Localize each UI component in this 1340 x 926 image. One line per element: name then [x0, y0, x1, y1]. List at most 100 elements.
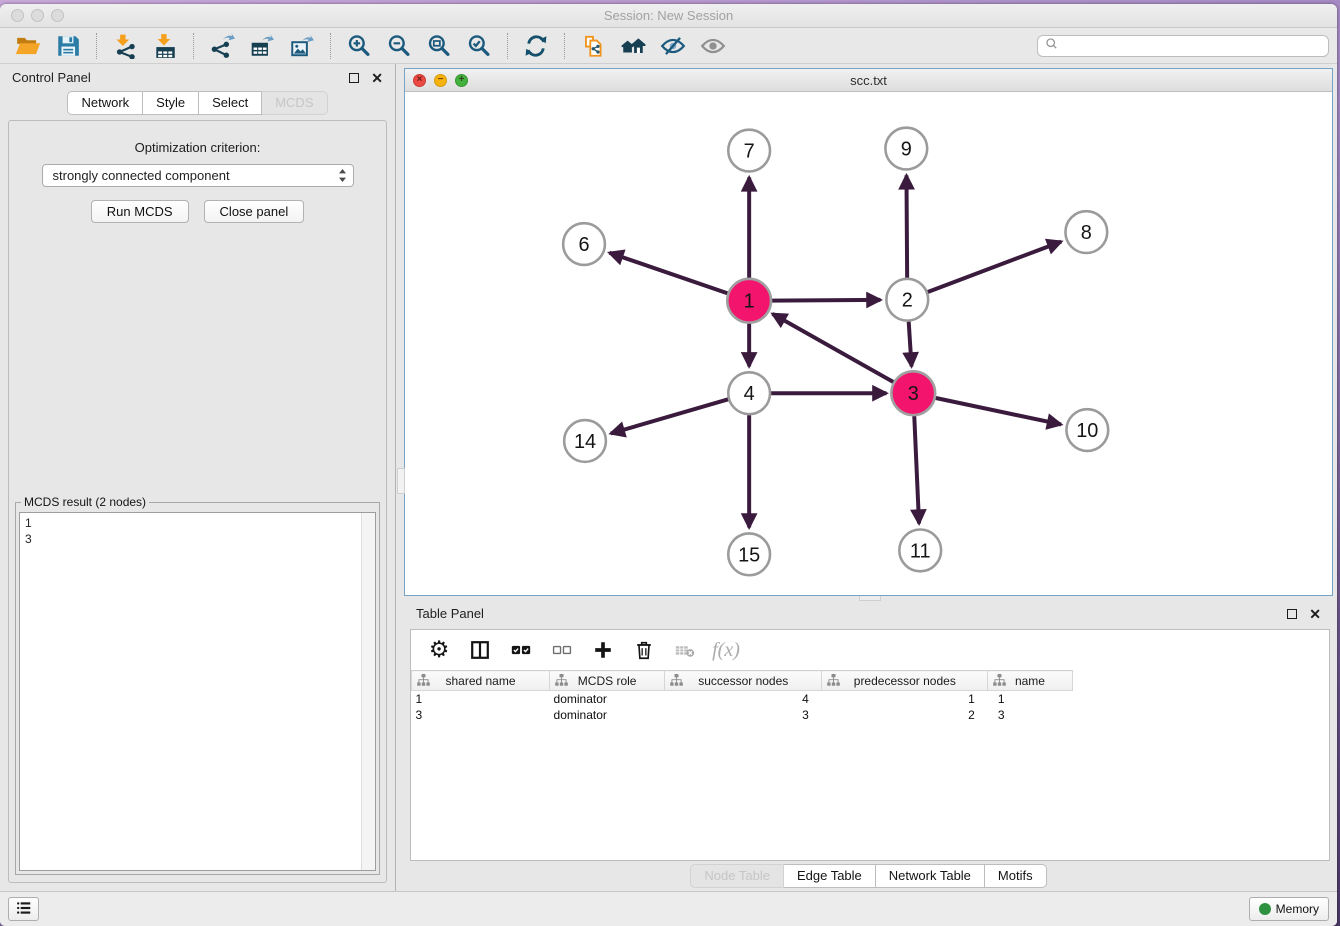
memory-button[interactable]: Memory — [1249, 897, 1329, 921]
tab-motifs[interactable]: Motifs — [985, 864, 1047, 888]
optimization-select[interactable]: strongly connected component — [42, 164, 354, 187]
edge-1-6[interactable] — [609, 253, 728, 294]
tab-network[interactable]: Network — [67, 91, 143, 115]
network-graph: 7968124314101511 — [405, 92, 1332, 595]
table-row[interactable]: 1dominator411 — [412, 691, 1330, 708]
table-row[interactable]: 3dominator323 — [412, 707, 1330, 723]
horizontal-splitter-grip[interactable] — [859, 596, 881, 601]
column-header-predecessor-nodes[interactable]: predecessor nodes — [822, 671, 988, 691]
delete-columns-button[interactable] — [630, 636, 658, 664]
cell-shared-name[interactable]: 1 — [412, 691, 550, 708]
create-column-button[interactable] — [589, 636, 617, 664]
tab-mcds[interactable]: MCDS — [262, 91, 327, 115]
edge-2-3[interactable] — [909, 322, 912, 367]
select-all-columns-button[interactable] — [507, 636, 535, 664]
tab-edge-table[interactable]: Edge Table — [784, 864, 876, 888]
export-image-button[interactable] — [282, 31, 322, 61]
cell-name[interactable]: 3 — [988, 707, 1072, 723]
network-close-button[interactable]: × — [413, 74, 426, 87]
table-header-row: shared name MCDS rolesuccessor nodes prede… — [412, 671, 1330, 691]
unselect-all-columns-button[interactable] — [548, 636, 576, 664]
save-session-button[interactable] — [48, 31, 88, 61]
hierarchy-icon — [827, 674, 840, 689]
import-network-button[interactable] — [105, 31, 145, 61]
mcds-result-line: 3 — [25, 531, 370, 547]
network-from-selection-icon — [580, 33, 606, 59]
zoom-in-button[interactable] — [339, 31, 379, 61]
edge-2-9[interactable] — [906, 175, 907, 277]
cell-predecessor-nodes[interactable]: 2 — [822, 707, 988, 723]
column-header-successor-nodes[interactable]: successor nodes — [665, 671, 822, 691]
open-file-button[interactable] — [8, 31, 48, 61]
edge-3-1[interactable] — [773, 314, 895, 383]
panel-splitter-grip[interactable] — [397, 468, 405, 494]
status-bar: Memory — [0, 891, 1337, 926]
cell-mcds-role[interactable]: dominator — [550, 691, 665, 708]
edge-4-14[interactable] — [611, 399, 728, 433]
delete-table-button — [671, 636, 699, 664]
cell-predecessor-nodes[interactable]: 1 — [822, 691, 988, 708]
network-window-traffic-lights: × − + — [413, 69, 468, 91]
cell-successor-nodes[interactable]: 3 — [665, 707, 822, 723]
control-panel-float-button[interactable] — [349, 73, 359, 83]
search-input[interactable] — [1063, 38, 1321, 54]
table-panel-close-icon[interactable]: ✕ — [1309, 609, 1321, 619]
tab-style[interactable]: Style — [143, 91, 199, 115]
cell-name[interactable]: 1 — [988, 691, 1072, 708]
tab-network-table[interactable]: Network Table — [876, 864, 985, 888]
edge-3-10[interactable] — [935, 398, 1061, 425]
column-header-shared-name[interactable]: shared name — [412, 671, 550, 691]
network-canvas[interactable]: 7968124314101511 — [405, 92, 1332, 595]
column-header-name[interactable]: name — [988, 671, 1072, 691]
apply-layout-button[interactable] — [516, 31, 556, 61]
cell-successor-nodes[interactable]: 4 — [665, 691, 822, 708]
edge-2-8[interactable] — [928, 242, 1061, 292]
node-8-label: 8 — [1081, 222, 1092, 244]
tab-node-table[interactable]: Node Table — [690, 864, 784, 888]
column-header-label: shared name — [445, 674, 515, 688]
control-panel-close-icon[interactable]: ✕ — [371, 73, 383, 83]
column-settings-button[interactable]: ⚙ — [425, 636, 453, 664]
close-window-button[interactable] — [11, 9, 24, 22]
first-neighbors-button[interactable] — [613, 31, 653, 61]
zoom-selected-button[interactable] — [459, 31, 499, 61]
edge-3-11[interactable] — [914, 415, 919, 523]
zoom-out-button[interactable] — [379, 31, 419, 61]
save-session-icon — [55, 33, 81, 59]
hide-selected-button[interactable] — [653, 31, 693, 61]
close-panel-button[interactable]: Close panel — [204, 200, 305, 223]
edge-1-2[interactable] — [771, 300, 880, 301]
hierarchy-icon — [417, 674, 430, 689]
mcds-result-lines: 13 — [25, 515, 370, 547]
import-table-icon — [152, 33, 178, 59]
column-header-label: predecessor nodes — [854, 674, 956, 688]
column-header-mcds-role[interactable]: MCDS role — [550, 671, 665, 691]
show-all-button[interactable] — [693, 31, 733, 61]
minimize-window-button[interactable] — [31, 9, 44, 22]
zoom-selected-icon — [466, 33, 492, 59]
import-table-button[interactable] — [145, 31, 185, 61]
export-table-button[interactable] — [242, 31, 282, 61]
column-settings-icon: ⚙ — [429, 637, 450, 663]
mcds-result-box: MCDS result (2 nodes) 13 — [15, 495, 380, 875]
result-scrollbar[interactable] — [361, 513, 375, 870]
task-history-button[interactable] — [8, 897, 39, 921]
window-title: Session: New Session — [604, 8, 733, 23]
network-maximize-button[interactable]: + — [455, 74, 468, 87]
network-window-titlebar: × − + scc.txt — [405, 69, 1332, 92]
zoom-fit-button[interactable] — [419, 31, 459, 61]
zoom-window-button[interactable] — [51, 9, 64, 22]
export-network-button[interactable] — [202, 31, 242, 61]
network-minimize-button[interactable]: − — [434, 74, 447, 87]
table-panel-float-button[interactable] — [1287, 609, 1297, 619]
cell-shared-name[interactable]: 3 — [412, 707, 550, 723]
node-10-label: 10 — [1076, 420, 1098, 442]
run-mcds-button[interactable]: Run MCDS — [91, 200, 189, 223]
search-box[interactable] — [1037, 35, 1329, 57]
apply-layout-icon — [523, 33, 549, 59]
toggle-panes-button[interactable] — [466, 636, 494, 664]
control-panel-tabs: NetworkStyleSelectMCDS — [0, 91, 395, 115]
tab-select[interactable]: Select — [199, 91, 262, 115]
cell-mcds-role[interactable]: dominator — [550, 707, 665, 723]
network-from-selection-button[interactable] — [573, 31, 613, 61]
